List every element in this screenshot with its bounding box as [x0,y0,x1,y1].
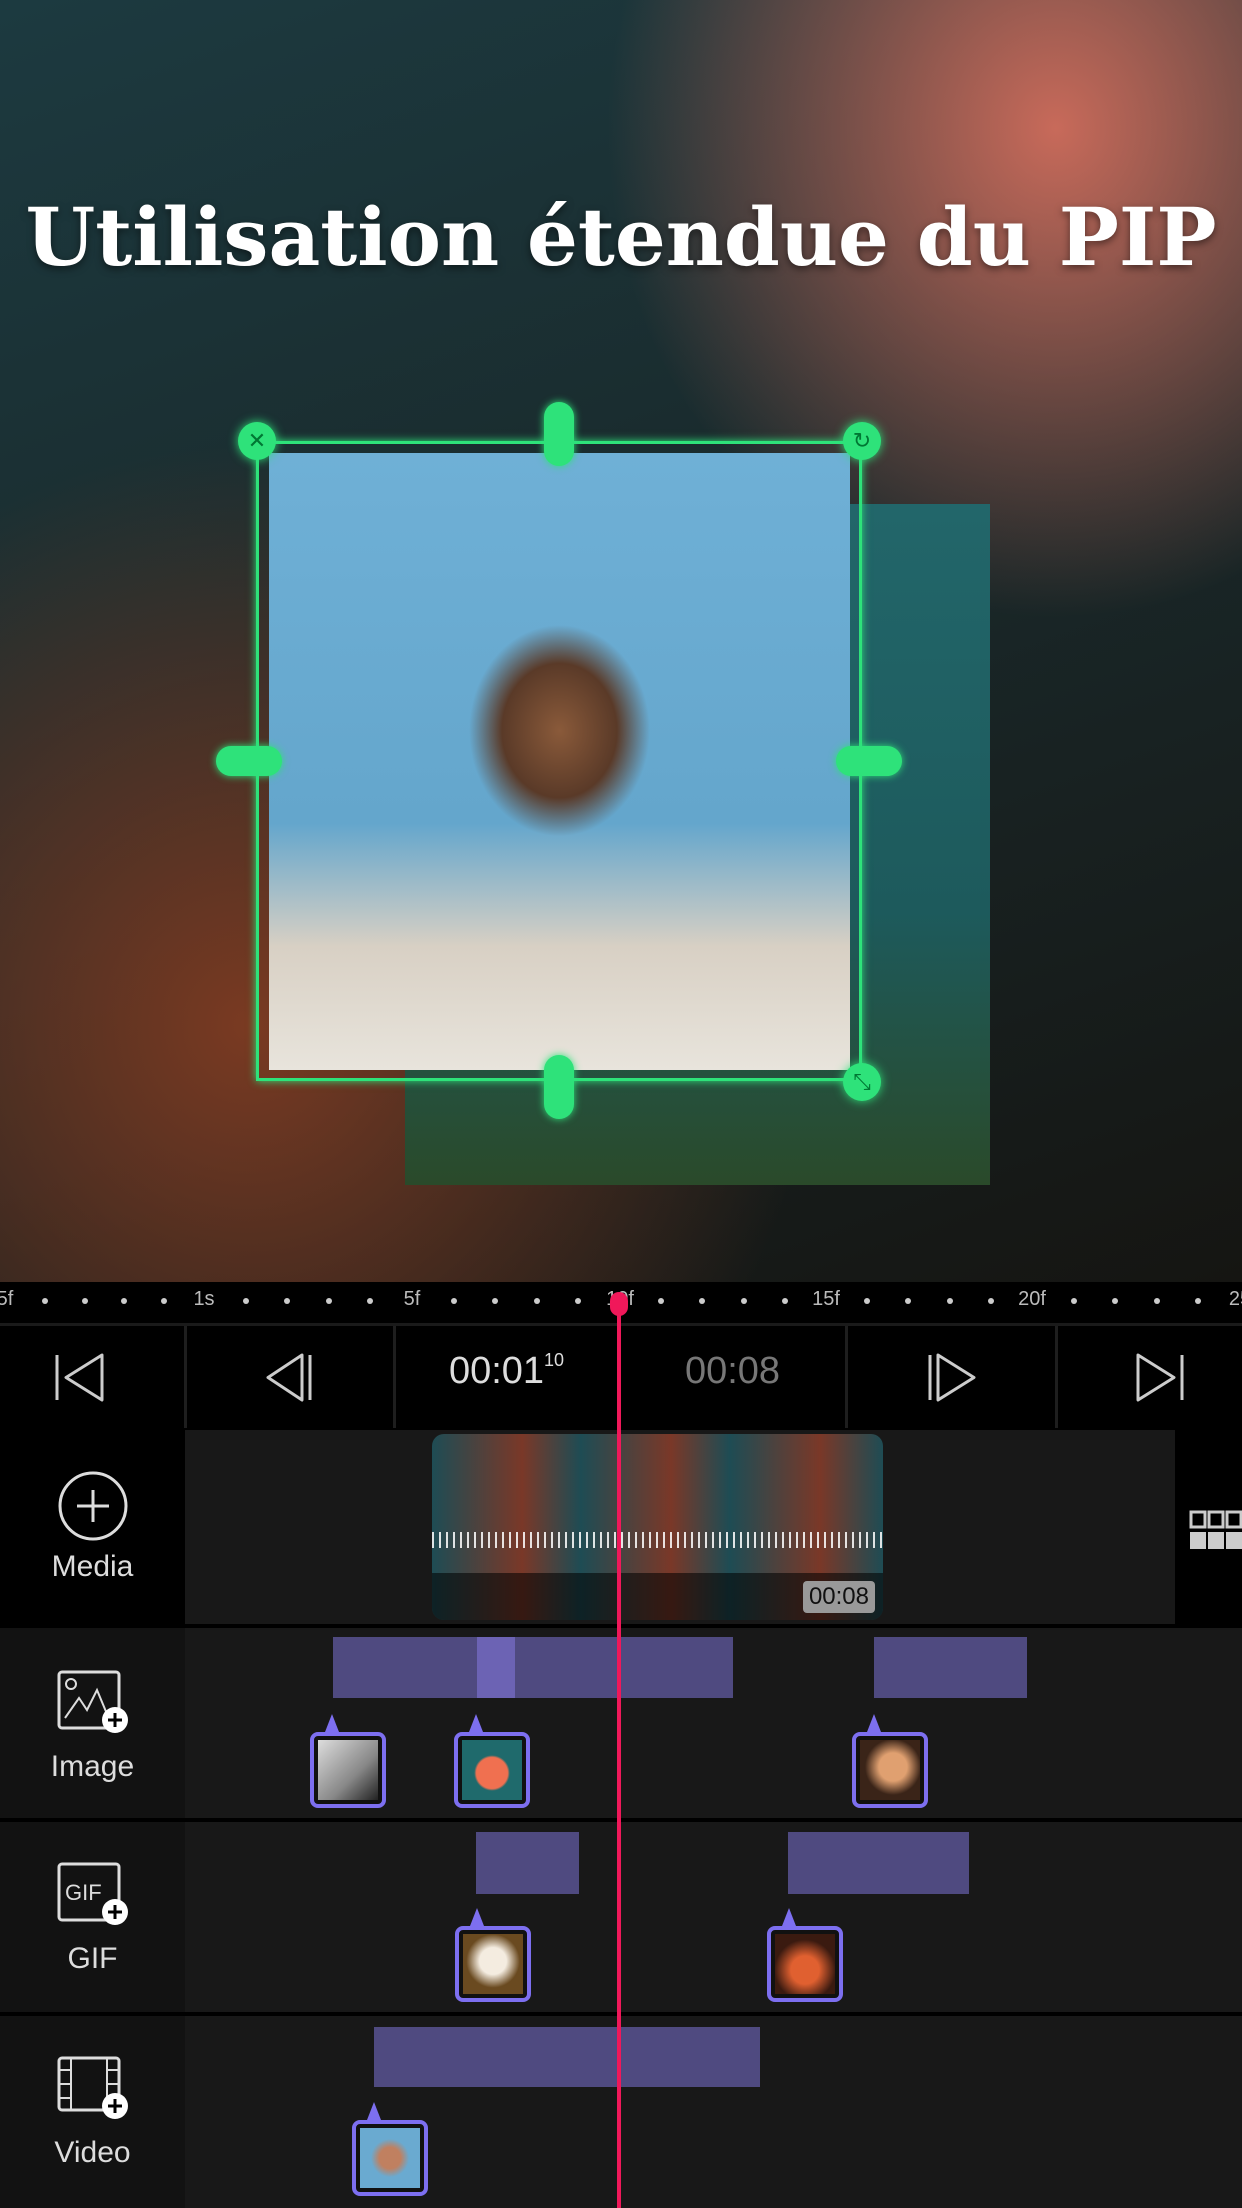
add-media-button[interactable]: Media [0,1430,185,1624]
thumb-pointer [782,1908,796,1926]
ruler-tick [450,1298,457,1304]
previous-frame-icon[interactable] [262,1350,322,1405]
video-add-icon [57,2056,128,2119]
delete-layer-icon[interactable]: ✕ [238,422,276,460]
playhead-handle[interactable] [610,1292,628,1316]
ruler-label: 1s [193,1288,215,1310]
gif-clip[interactable] [788,1832,969,1894]
image-clip[interactable] [333,1637,733,1698]
ruler-label: 15f [812,1288,840,1310]
audio-waveform [432,1532,883,1548]
ruler-tick [946,1298,953,1304]
current-time: 00:0110 [394,1350,619,1393]
gif-label: GIF [67,1942,118,1975]
skip-to-end-icon[interactable] [1130,1350,1190,1405]
top-handle[interactable] [544,402,574,466]
current-time-value: 00:01 [448,1350,545,1392]
thumb-pointer [469,1714,483,1732]
media-label: Media [51,1550,134,1583]
image-label: Image [50,1750,135,1783]
video-clip[interactable] [374,2027,760,2087]
ruler-label: 25 [1228,1288,1242,1310]
ruler-label: 5f [0,1288,14,1310]
skip-to-start-icon[interactable] [52,1350,112,1405]
ruler-tick [533,1298,540,1304]
gif-clip[interactable] [476,1832,579,1894]
image-add-icon [57,1670,128,1733]
promo-title: Utilisation étendue du PIP [25,190,1217,284]
plus-circle-icon [58,1471,127,1541]
video-label: Video [54,2136,131,2169]
thumb-pointer [325,1714,339,1732]
ruler-tick [781,1298,788,1304]
gif-add-icon: GIF [57,1862,128,1925]
gif-thumbnail[interactable] [455,1926,531,2002]
pip-selection-frame[interactable] [256,441,862,1081]
thumb-pointer [867,1714,881,1732]
ruler-tick [325,1298,332,1304]
media-clip[interactable]: 00:08 [432,1434,883,1620]
ruler-tick [1153,1298,1160,1304]
thumb-pointer [367,2102,381,2120]
clip-duration-badge: 00:08 [802,1581,875,1613]
left-handle[interactable] [216,746,282,776]
ruler-tick [41,1298,48,1304]
ruler-tick [740,1298,747,1304]
gif-track [185,1822,1242,2012]
clip-overlap [477,1637,515,1698]
ruler-tick [81,1298,88,1304]
ruler-tick [1070,1298,1077,1304]
bottom-handle[interactable] [544,1055,574,1119]
divider [1055,1326,1058,1428]
divider [184,1326,187,1428]
right-handle[interactable] [836,746,902,776]
video-thumbnail[interactable] [352,2120,428,2196]
grid-icon [1189,1510,1242,1549]
image-thumbnail[interactable] [852,1732,928,1808]
image-thumbnail[interactable] [310,1732,386,1808]
rotate-icon[interactable]: ↻ [843,422,881,460]
current-frames: 10 [544,1350,565,1370]
ruler-label: 20f [1018,1288,1046,1310]
playhead[interactable] [617,1296,621,2208]
total-duration: 00:08 [684,1350,781,1392]
svg-text:GIF: GIF [65,1880,102,1905]
image-thumbnail[interactable] [454,1732,530,1808]
add-video-button[interactable]: Video [0,2016,185,2208]
gif-thumbnail[interactable] [767,1926,843,2002]
image-clip[interactable] [874,1637,1027,1698]
ruler-tick [242,1298,249,1304]
add-image-button[interactable]: Image [0,1628,185,1818]
ruler-tick [987,1298,994,1304]
next-frame-icon[interactable] [922,1350,982,1405]
layout-grid-button[interactable] [1175,1430,1242,1624]
resize-icon[interactable]: ⤡ [843,1063,881,1101]
ruler-label: 5f [403,1288,421,1310]
thumb-pointer [470,1908,484,1926]
add-gif-button[interactable]: GIF GIF [0,1822,185,2012]
